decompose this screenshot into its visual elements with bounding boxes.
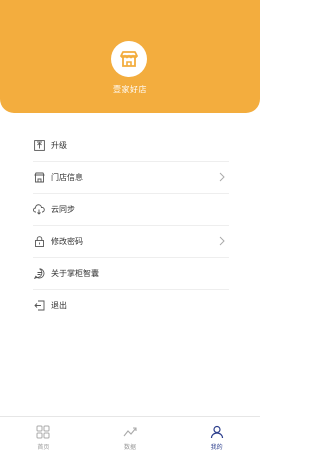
upgrade-icon	[33, 140, 45, 152]
settings-menu: 升级 门店信息 云同步 修改密码 关于掌柜智囊 退出	[33, 130, 229, 321]
menu-item-label: 修改密码	[51, 237, 83, 246]
user-icon	[210, 425, 223, 439]
menu-item-label: 退出	[51, 301, 67, 310]
store-name: 壹家好店	[113, 85, 147, 94]
menu-item-cloud-sync[interactable]: 云同步	[33, 194, 229, 226]
bottom-tab-bar: 首页 数据 我的	[0, 416, 260, 466]
cloud-sync-icon	[33, 204, 45, 216]
store-info-icon	[33, 172, 45, 184]
store-icon	[120, 51, 138, 67]
tab-home[interactable]: 首页	[0, 417, 87, 466]
trend-icon	[123, 427, 137, 437]
menu-item-change-password[interactable]: 修改密码	[33, 226, 229, 258]
menu-item-about[interactable]: 关于掌柜智囊	[33, 258, 229, 290]
menu-item-upgrade[interactable]: 升级	[33, 130, 229, 162]
menu-item-logout[interactable]: 退出	[33, 290, 229, 321]
store-logo	[111, 41, 147, 77]
menu-item-store-info[interactable]: 门店信息	[33, 162, 229, 194]
about-icon	[33, 268, 45, 280]
tab-label: 我的	[210, 444, 223, 451]
menu-item-label: 云同步	[51, 205, 75, 214]
menu-item-label: 门店信息	[51, 173, 83, 182]
lock-icon	[33, 236, 45, 248]
tab-mine[interactable]: 我的	[173, 417, 260, 466]
tab-label: 首页	[37, 444, 50, 451]
logout-icon	[33, 300, 45, 312]
profile-header: 壹家好店	[0, 0, 260, 113]
menu-item-label: 关于掌柜智囊	[51, 269, 99, 278]
tab-label: 数据	[124, 444, 137, 451]
grid-icon	[36, 425, 50, 439]
menu-item-label: 升级	[51, 141, 67, 150]
chevron-right-icon	[219, 236, 225, 246]
chevron-right-icon	[219, 172, 225, 182]
tab-data[interactable]: 数据	[87, 417, 174, 466]
